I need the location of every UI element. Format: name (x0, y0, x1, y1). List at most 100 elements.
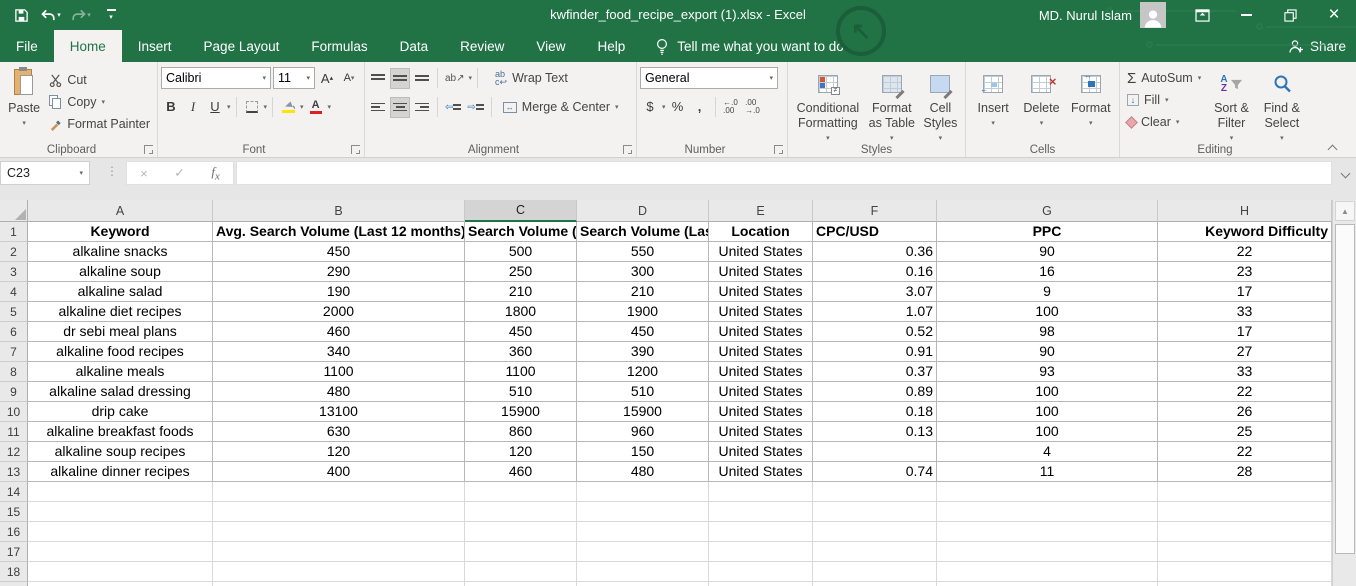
row-header-4[interactable]: 4 (0, 282, 28, 302)
restore-button[interactable] (1268, 0, 1312, 30)
select-all-button[interactable] (0, 200, 28, 222)
grid-cell-B12[interactable]: 120 (213, 442, 465, 462)
accounting-dropdown-icon[interactable]: ▾ (662, 103, 666, 111)
grid-cell-D19[interactable] (577, 582, 709, 586)
cut-button[interactable]: Cut (45, 69, 154, 91)
grid-cell-E13[interactable]: United States (709, 462, 813, 482)
grid-cell-E19[interactable] (709, 582, 813, 586)
grid-cell-D2[interactable]: 550 (577, 242, 709, 262)
tab-help[interactable]: Help (581, 30, 641, 62)
grid-cell-B4[interactable]: 190 (213, 282, 465, 302)
grid-cell-D6[interactable]: 450 (577, 322, 709, 342)
grid-cell-H7[interactable]: 27 (1158, 342, 1332, 362)
alignment-dialog-launcher[interactable] (623, 145, 632, 154)
grid-cell-A15[interactable] (28, 502, 213, 522)
grid-cell-A16[interactable] (28, 522, 213, 542)
grid-cell-A14[interactable] (28, 482, 213, 502)
bold-button[interactable]: B (161, 96, 181, 117)
grid-cell-F16[interactable] (813, 522, 937, 542)
top-align-button[interactable] (368, 68, 388, 89)
grid-cell-H12[interactable]: 22 (1158, 442, 1332, 462)
grid-cell-A8[interactable]: alkaline meals (28, 362, 213, 382)
grid-cell-F4[interactable]: 3.07 (813, 282, 937, 302)
grid-cell-C8[interactable]: 1100 (465, 362, 577, 382)
grid-cell-E11[interactable]: United States (709, 422, 813, 442)
vertical-scrollbar[interactable]: ▲ (1332, 200, 1356, 586)
grid-cell-E9[interactable]: United States (709, 382, 813, 402)
copy-button[interactable]: Copy ▾ (45, 91, 154, 113)
row-header-9[interactable]: 9 (0, 382, 28, 402)
merge-center-button[interactable]: ↔ Merge & Center ▾ (499, 96, 623, 118)
comma-style-button[interactable]: , (690, 96, 710, 117)
grid-cell-C19[interactable] (465, 582, 577, 586)
grid-cell-E18[interactable] (709, 562, 813, 582)
tab-file[interactable]: File (0, 30, 54, 62)
tell-me-box[interactable]: Tell me what you want to do (641, 30, 858, 62)
scroll-up-button[interactable]: ▲ (1335, 201, 1355, 221)
align-right-button[interactable] (412, 97, 432, 118)
grid-cell-D10[interactable]: 15900 (577, 402, 709, 422)
scrollbar-thumb[interactable] (1335, 224, 1355, 554)
grid-cell-E10[interactable]: United States (709, 402, 813, 422)
grid-cell-A5[interactable]: alkaline diet recipes (28, 302, 213, 322)
grid-cell-H14[interactable] (1158, 482, 1332, 502)
grid-cell-B13[interactable]: 400 (213, 462, 465, 482)
column-header-A[interactable]: A (28, 200, 213, 222)
grid-cell-G3[interactable]: 16 (937, 262, 1158, 282)
grid-cell-H10[interactable]: 26 (1158, 402, 1332, 422)
grid-cell-A2[interactable]: alkaline snacks (28, 242, 213, 262)
grid-cell-G4[interactable]: 9 (937, 282, 1158, 302)
grid-cell-G10[interactable]: 100 (937, 402, 1158, 422)
grid-cell-B2[interactable]: 450 (213, 242, 465, 262)
conditional-formatting-button[interactable]: ≠ Conditional Formatting▾ (791, 65, 865, 146)
middle-align-button[interactable] (390, 68, 410, 89)
orientation-dropdown-icon[interactable]: ▾ (469, 74, 473, 82)
grid-cell-E2[interactable]: United States (709, 242, 813, 262)
grid-cell-G11[interactable]: 100 (937, 422, 1158, 442)
align-left-button[interactable] (368, 97, 388, 118)
grid-cell-A13[interactable]: alkaline dinner recipes (28, 462, 213, 482)
borders-dropdown-icon[interactable]: ▾ (264, 103, 268, 111)
format-painter-button[interactable]: Format Painter (45, 113, 154, 135)
close-button[interactable]: × (1312, 0, 1356, 30)
grid-cell-G13[interactable]: 11 (937, 462, 1158, 482)
grid-cell-H8[interactable]: 33 (1158, 362, 1332, 382)
grid-cell-H9[interactable]: 22 (1158, 382, 1332, 402)
grid-cell-A7[interactable]: alkaline food recipes (28, 342, 213, 362)
grid-cell-E7[interactable]: United States (709, 342, 813, 362)
grid-cell-A11[interactable]: alkaline breakfast foods (28, 422, 213, 442)
fill-color-dropdown-icon[interactable]: ▾ (300, 103, 304, 111)
row-header-6[interactable]: 6 (0, 322, 28, 342)
grid-cell-B19[interactable] (213, 582, 465, 586)
grid-cell-F18[interactable] (813, 562, 937, 582)
grid-cell-F17[interactable] (813, 542, 937, 562)
insert-cells-button[interactable]: ← Insert▾ (970, 65, 1016, 131)
grid-cell-C10[interactable]: 15900 (465, 402, 577, 422)
grid-cell-C11[interactable]: 860 (465, 422, 577, 442)
decrease-indent-button[interactable]: ⇦ (443, 97, 463, 118)
grid-cell-H16[interactable] (1158, 522, 1332, 542)
row-header-14[interactable]: 14 (0, 482, 28, 502)
column-header-H[interactable]: H (1158, 200, 1332, 222)
grid-cell-C16[interactable] (465, 522, 577, 542)
grid-cell-C15[interactable] (465, 502, 577, 522)
tab-insert[interactable]: Insert (122, 30, 188, 62)
font-dialog-launcher[interactable] (351, 145, 360, 154)
grid-cell-A17[interactable] (28, 542, 213, 562)
grid-cell-G14[interactable] (937, 482, 1158, 502)
grid-cell-F19[interactable] (813, 582, 937, 586)
grid-cell-C7[interactable]: 360 (465, 342, 577, 362)
grid-cell-A10[interactable]: drip cake (28, 402, 213, 422)
grid-cell-B1[interactable]: Avg. Search Volume (Last 12 months) (213, 222, 465, 242)
grid-cell-B10[interactable]: 13100 (213, 402, 465, 422)
grid-cell-E15[interactable] (709, 502, 813, 522)
grid-cell-D11[interactable]: 960 (577, 422, 709, 442)
grid-cell-A12[interactable]: alkaline soup recipes (28, 442, 213, 462)
enter-icon[interactable]: ✓ (174, 165, 185, 181)
grid-cell-E16[interactable] (709, 522, 813, 542)
number-dialog-launcher[interactable] (774, 145, 783, 154)
grid-cell-A1[interactable]: Keyword (28, 222, 213, 242)
font-color-button[interactable]: A (306, 96, 326, 117)
tab-data[interactable]: Data (384, 30, 445, 62)
grid-cell-B17[interactable] (213, 542, 465, 562)
